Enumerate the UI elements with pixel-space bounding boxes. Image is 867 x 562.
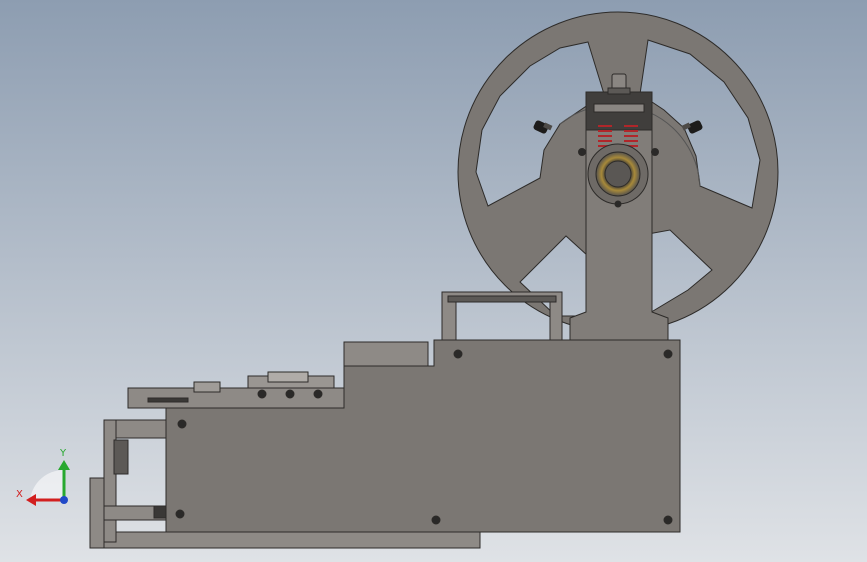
screw-ml — [177, 419, 187, 429]
screw-bl — [175, 509, 185, 519]
rail-block — [193, 381, 221, 393]
bracket-upper — [113, 419, 167, 439]
rail-screw-2 — [285, 389, 295, 399]
rail-screw-3 — [313, 389, 323, 399]
bearing-bore — [604, 160, 632, 188]
graphics-viewport[interactable]: Y X — [0, 0, 867, 562]
model-scene[interactable]: Y X — [0, 0, 867, 562]
z-axis-dot — [60, 496, 68, 504]
x-axis-label: X — [16, 489, 23, 500]
bracket-foot — [89, 477, 105, 549]
rail-screw-1 — [257, 389, 267, 399]
rail-latch — [267, 371, 309, 383]
screw-tl — [453, 349, 463, 359]
rail-slot — [147, 397, 189, 403]
bracket-tab — [113, 439, 129, 475]
screw-arm-right — [651, 148, 659, 156]
handle-inner — [447, 295, 557, 303]
screw-arm-left — [578, 148, 586, 156]
top-block — [343, 341, 429, 367]
screw-tr — [663, 349, 673, 359]
screw-br — [663, 515, 673, 525]
bracket-post — [103, 419, 117, 543]
y-axis-label: Y — [59, 448, 67, 459]
screw-arm-bottom — [614, 200, 622, 208]
bracket-nut — [153, 505, 167, 519]
screw-bm — [431, 515, 441, 525]
base-plate — [103, 531, 481, 549]
clamp-top — [593, 103, 645, 113]
